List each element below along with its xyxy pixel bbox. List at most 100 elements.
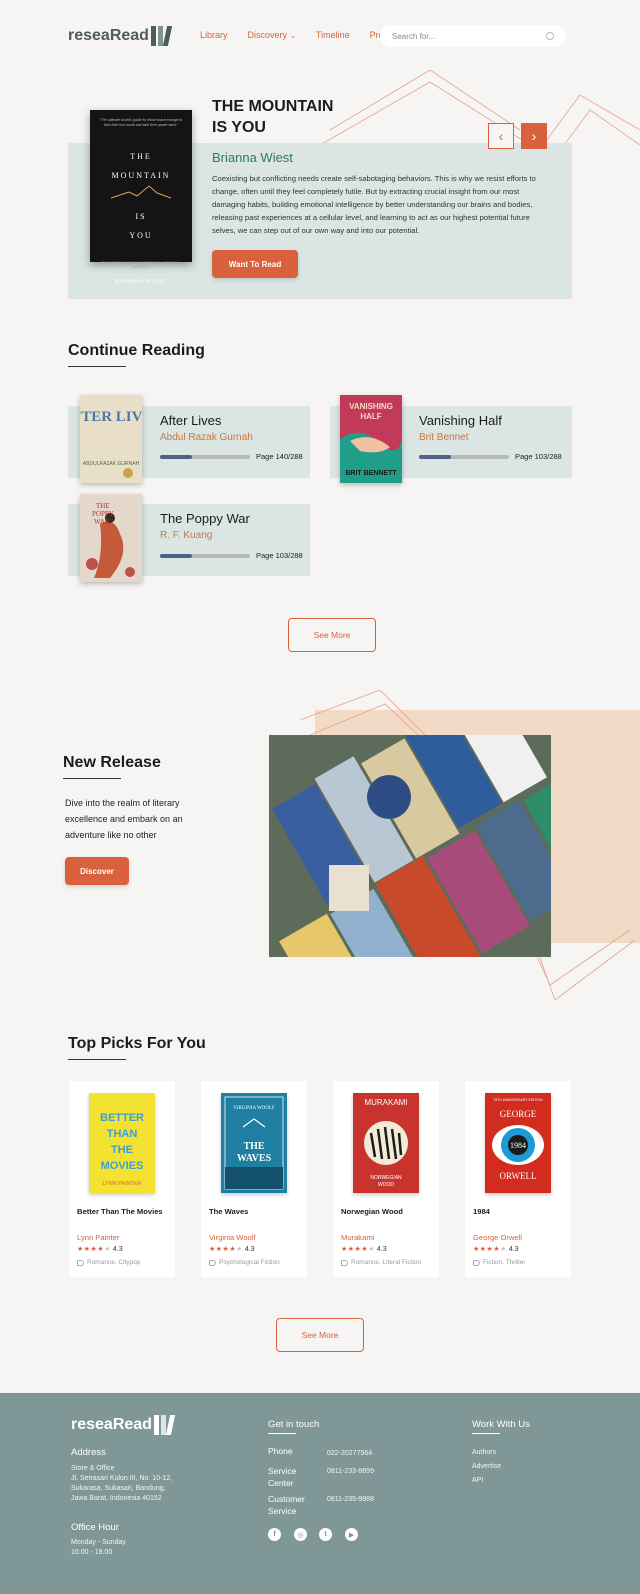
reading-progress-bar: [419, 455, 509, 459]
main-nav: Library Discovery⌄ Timeline Profile: [200, 30, 395, 40]
search-icon[interactable]: [546, 32, 554, 40]
nav-discovery-label: Discovery: [247, 30, 288, 40]
top-picks-see-more-button[interactable]: See More: [276, 1318, 364, 1352]
footer-link-advertise[interactable]: Advertise: [472, 1462, 501, 1472]
contact-label: Customer Service: [268, 1494, 305, 1516]
hero-book-cover[interactable]: "The ultimate world's guide for those br…: [90, 110, 192, 285]
top-picks-title: Top Picks For You: [68, 1035, 206, 1060]
cover-author: ABDULRAZAK GURNAH: [83, 461, 140, 467]
footer-logo[interactable]: reseaRead: [71, 1415, 176, 1435]
contact-label: Phone: [268, 1446, 293, 1456]
want-to-read-button[interactable]: Want To Read: [212, 250, 298, 278]
after-lives-cover-art: AFTER LIVES ABDULRAZAK GURNAH: [80, 409, 142, 478]
book-card[interactable]: BETTER THAN THE MOVIES LYNN PAINTER Bett…: [69, 1081, 175, 1277]
book-card[interactable]: 75TH ANNIVERSARY EDITION GEORGE 1984 ORW…: [465, 1081, 571, 1277]
svg-text:VANISHING: VANISHING: [349, 402, 393, 411]
carousel-next-button[interactable]: ›: [521, 123, 547, 149]
book-tags: Romance, Citypop: [77, 1259, 140, 1266]
nav-library[interactable]: Library: [200, 30, 228, 40]
cover-title: THE MOUNTAIN IS YOU: [96, 147, 186, 245]
mountain-icon: [110, 185, 172, 199]
tag-list: Psychological Fiction: [219, 1259, 280, 1266]
footer-link-api[interactable]: API: [472, 1476, 483, 1486]
cover-author-last: ORWELL: [500, 1171, 537, 1181]
book-cover-after-lives[interactable]: AFTER LIVES ABDULRAZAK GURNAH: [80, 395, 142, 483]
book-card[interactable]: MURAKAMI NORWEGIAN WOOD Norwegian Wood M…: [333, 1081, 439, 1277]
footer-link-authors[interactable]: Authors: [472, 1448, 496, 1458]
book-title: Better Than The Movies: [77, 1207, 163, 1216]
book-rating: ★★★★★ 4.3: [77, 1245, 123, 1254]
star-rating-icon: ★★★★★: [209, 1246, 243, 1253]
search-input[interactable]: [392, 31, 546, 41]
tag-list: Romance, Citypop: [87, 1259, 141, 1266]
reading-progress-bar: [160, 554, 250, 558]
book-author: Abdul Razak Gurnah: [160, 432, 253, 443]
instagram-icon[interactable]: ◎: [294, 1528, 307, 1541]
cover-subtitle: TRANSFORMING SELF-SABOTAGE INTO SELF-MAS…: [101, 261, 181, 270]
nav-discovery[interactable]: Discovery ⌄: [248, 30, 296, 40]
vanishing-half-cover-art: VANISHING HALF BRIT BENNETT: [340, 402, 402, 483]
book-author: Murakami: [341, 1233, 375, 1242]
office-hour-heading: Office Hour: [71, 1522, 119, 1533]
svg-text:BETTER: BETTER: [100, 1112, 144, 1124]
book-card[interactable]: VIRGINIA WOOLF THE WAVES The Waves Virgi…: [201, 1081, 307, 1277]
get-in-touch-heading: Get in touch: [268, 1419, 319, 1434]
youtube-icon[interactable]: ▶: [345, 1528, 358, 1541]
book-title[interactable]: Vanishing Half: [419, 413, 502, 428]
twitter-icon[interactable]: t: [319, 1528, 332, 1541]
page-count: Page 140/288: [256, 452, 303, 461]
svg-text:NORWEGIAN: NORWEGIAN: [370, 1175, 402, 1181]
contact-value[interactable]: 022-20277564: [327, 1449, 372, 1459]
book-tags: Psychological Fiction: [209, 1259, 280, 1266]
address-subheading: Store & Office: [71, 1465, 115, 1472]
book-title[interactable]: After Lives: [160, 413, 221, 428]
star-rating-icon: ★★★★★: [341, 1246, 375, 1253]
book-cover-poppy-war[interactable]: THE POPPY WAR: [80, 494, 142, 582]
book-cover-vanishing-half[interactable]: VANISHING HALF BRIT BENNETT: [340, 395, 402, 483]
work-with-us-heading: Work With Us: [472, 1419, 530, 1434]
hero-description: Coexisting but conflicting needs create …: [212, 174, 536, 235]
book-cover-better-than-the-movies: BETTER THAN THE MOVIES LYNN PAINTER: [89, 1093, 155, 1193]
discover-button[interactable]: Discover: [65, 857, 129, 885]
star-rating-icon: ★★★★★: [473, 1246, 507, 1253]
cover-title-line: YOU: [129, 230, 153, 240]
new-release-photo[interactable]: [269, 735, 551, 957]
cover-art: VIRGINIA WOOLF THE WAVES: [224, 1096, 284, 1190]
hero-author[interactable]: Brianna Wiest: [212, 150, 293, 165]
cover-title-line: MOUNTAIN: [111, 171, 171, 181]
progress-fill: [160, 554, 193, 558]
tag-icon: [341, 1259, 348, 1266]
svg-text:POPPY: POPPY: [92, 510, 114, 518]
cover-art: MURAKAMI NORWEGIAN WOOD: [364, 1098, 408, 1188]
contact-label: Service Center: [268, 1466, 297, 1488]
book-rating: ★★★★★ 4.3: [209, 1245, 255, 1254]
book-rating: ★★★★★ 4.3: [473, 1245, 519, 1254]
chevron-right-icon: ›: [531, 128, 537, 144]
address-line: Sukarasa, Sukasari, Bandung,: [71, 1485, 166, 1492]
logo[interactable]: reseaRead: [68, 26, 173, 46]
book-tags: Romance, Literal Fiction: [341, 1259, 421, 1266]
continue-reading-see-more-button[interactable]: See More: [288, 618, 376, 652]
book-cover-1984: 75TH ANNIVERSARY EDITION GEORGE 1984 ORW…: [485, 1093, 551, 1193]
continue-reading-title: Continue Reading: [68, 342, 205, 367]
cover-author: BRIT BENNETT: [345, 470, 397, 477]
book-title: The Waves: [209, 1207, 249, 1216]
facebook-icon[interactable]: f: [268, 1528, 281, 1541]
progress-fill: [419, 455, 452, 459]
footer-logo-text: reseaRead: [71, 1416, 152, 1433]
tag-list: Fiction, Thriller: [483, 1259, 526, 1266]
book-title: Norwegian Wood: [341, 1207, 403, 1216]
cover-blurb: "The ultimate world's guide for those br…: [99, 118, 183, 127]
cover-banner: 75TH ANNIVERSARY EDITION: [493, 1098, 543, 1102]
book-cover-norwegian-wood: MURAKAMI NORWEGIAN WOOD: [353, 1093, 419, 1193]
contact-value[interactable]: 0811-235-9988: [327, 1495, 374, 1505]
book-title[interactable]: The Poppy War: [160, 511, 250, 526]
cover-title: 1984: [510, 1141, 526, 1150]
logo-mark-icon: [153, 1415, 176, 1435]
nav-timeline[interactable]: Timeline: [316, 30, 350, 40]
svg-text:WOOD: WOOD: [378, 1182, 394, 1188]
contact-value[interactable]: 0811-233-8899: [327, 1467, 374, 1477]
chevron-left-icon: ‹: [498, 128, 504, 144]
carousel-prev-button[interactable]: ‹: [488, 123, 514, 149]
book-rating: ★★★★★ 4.3: [341, 1245, 387, 1254]
